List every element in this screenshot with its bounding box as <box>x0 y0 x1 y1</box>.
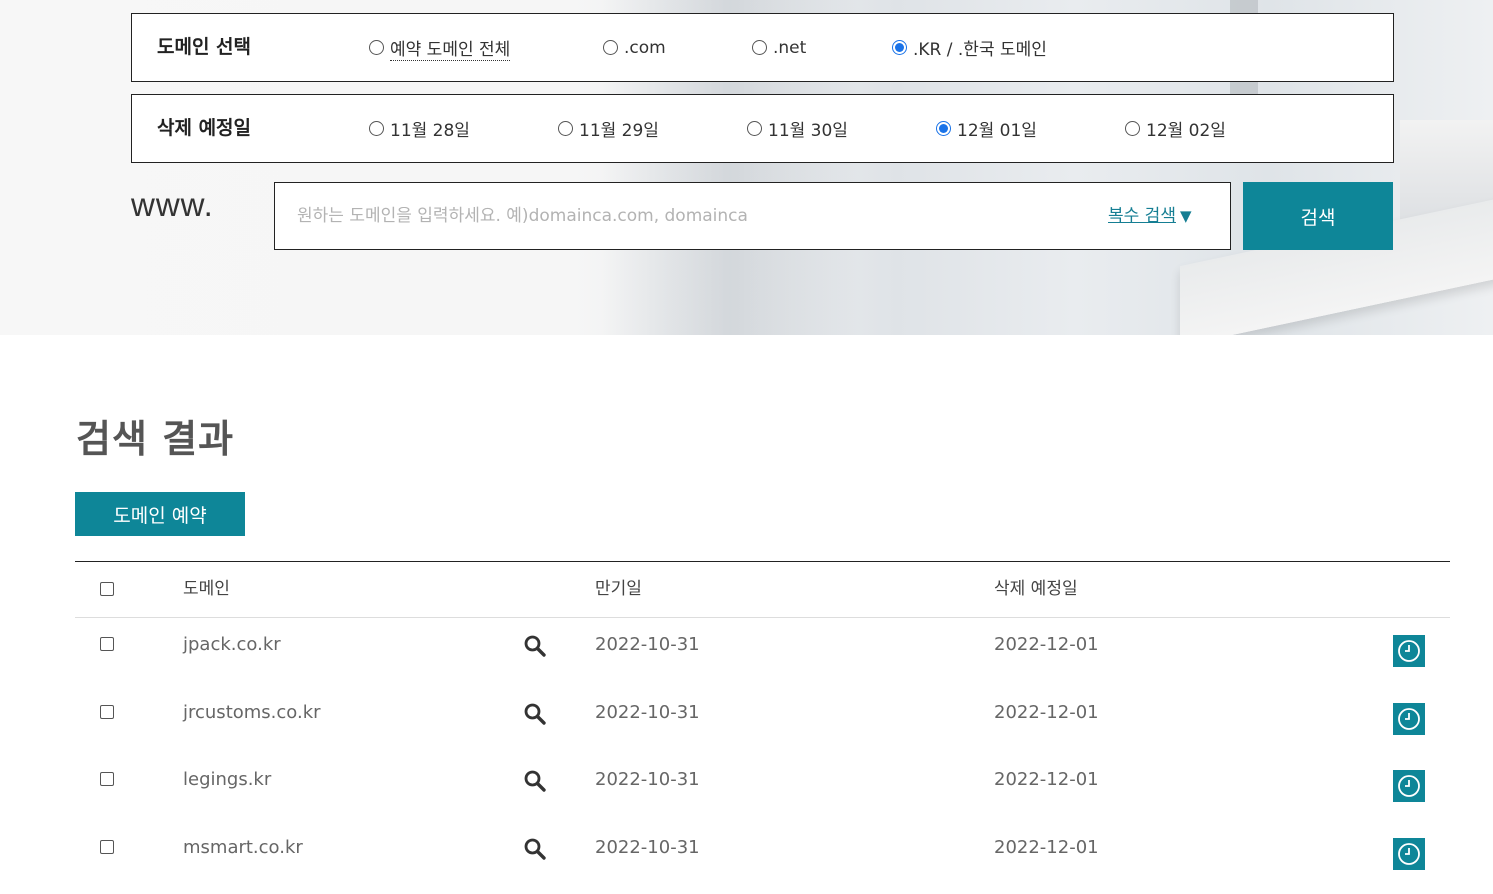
www-prefix: www. <box>131 186 214 223</box>
domain-option-label: .KR / .한국 도메인 <box>913 40 1047 60</box>
date-option-label: 11월 28일 <box>390 121 470 141</box>
radio-button[interactable] <box>369 40 384 55</box>
delete-date-cell: 2022-12-01 <box>994 701 1099 723</box>
clock-icon <box>1398 640 1420 662</box>
delete-date-cell: 2022-12-01 <box>994 769 1099 790</box>
clock-icon <box>1398 707 1420 730</box>
magnifier-icon[interactable] <box>523 634 547 658</box>
expire-date-cell: 2022-10-31 <box>595 769 700 790</box>
search-hero: 도메인 선택 예약 도메인 전체 .com .net .KR / .한국 도메인… <box>0 0 1493 335</box>
domain-search-input[interactable] <box>297 183 1077 249</box>
reserve-clock-button[interactable] <box>1393 770 1425 802</box>
row-checkbox[interactable] <box>100 704 114 719</box>
domain-option-kr[interactable]: .KR / .한국 도메인 <box>892 14 1047 81</box>
domain-option-all[interactable]: 예약 도메인 전체 <box>369 14 511 81</box>
search-button[interactable]: 검색 <box>1243 182 1393 250</box>
clock-icon <box>1398 842 1420 865</box>
domain-option-com[interactable]: .com <box>603 14 666 81</box>
radio-button[interactable] <box>603 40 618 55</box>
domain-cell: jrcustoms.co.kr <box>183 701 321 723</box>
radio-button[interactable] <box>1125 121 1140 136</box>
table-row: legings.kr 2022-10-31 2022-12-01 <box>75 753 1450 821</box>
magnifier-icon[interactable] <box>523 769 547 793</box>
column-header-delete: 삭제 예정일 <box>994 579 1078 599</box>
column-header-expire: 만기일 <box>595 579 642 599</box>
results-table: 도메인 만기일 삭제 예정일 jpack.co.kr 2022-10-31 20… <box>75 561 1450 888</box>
column-header-domain: 도메인 <box>183 579 230 599</box>
date-option-1129[interactable]: 11월 29일 <box>558 95 659 162</box>
radio-button[interactable] <box>558 121 573 136</box>
row-checkbox[interactable] <box>100 839 114 854</box>
reserve-clock-button[interactable] <box>1393 702 1425 735</box>
domain-cell: jpack.co.kr <box>183 634 281 655</box>
row-checkbox[interactable] <box>100 637 114 651</box>
date-option-label: 11월 29일 <box>579 121 659 141</box>
radio-button[interactable] <box>752 40 767 55</box>
row-checkbox[interactable] <box>100 772 114 786</box>
date-option-label: 12월 01일 <box>957 121 1037 141</box>
delete-date-filter-label: 삭제 예정일 <box>157 117 252 139</box>
domain-filter: 도메인 선택 예약 도메인 전체 .com .net .KR / .한국 도메인 <box>131 13 1394 82</box>
date-option-label: 12월 02일 <box>1146 121 1226 141</box>
table-row: jrcustoms.co.kr 2022-10-31 2022-12-01 <box>75 686 1450 754</box>
table-row: msmart.co.kr 2022-10-31 2022-12-01 <box>75 821 1450 889</box>
select-all-checkbox[interactable] <box>100 582 114 596</box>
domain-option-label: .com <box>624 37 666 58</box>
date-option-1202[interactable]: 12월 02일 <box>1125 95 1226 162</box>
table-header: 도메인 만기일 삭제 예정일 <box>75 562 1450 618</box>
delete-date-filter: 삭제 예정일 11월 28일 11월 29일 11월 30일 12월 01일 1… <box>131 94 1394 163</box>
radio-button-selected[interactable] <box>936 121 951 136</box>
radio-button[interactable] <box>369 121 384 136</box>
date-option-1128[interactable]: 11월 28일 <box>369 95 470 162</box>
domain-cell: legings.kr <box>183 769 272 790</box>
domain-cell: msmart.co.kr <box>183 836 303 858</box>
search-field: 복수 검색▼ <box>274 182 1231 250</box>
date-option-1130[interactable]: 11월 30일 <box>747 95 848 162</box>
reserve-clock-button[interactable] <box>1393 635 1425 667</box>
magnifier-icon[interactable] <box>523 702 547 726</box>
reserve-clock-button[interactable] <box>1393 837 1425 870</box>
radio-button-selected[interactable] <box>892 40 907 55</box>
date-option-label: 11월 30일 <box>768 121 848 141</box>
delete-date-cell: 2022-12-01 <box>994 836 1099 858</box>
clock-icon <box>1398 775 1420 797</box>
triangle-down-icon: ▼ <box>1179 207 1192 225</box>
multi-search-link[interactable]: 복수 검색 ▼ <box>1108 183 1192 249</box>
delete-date-cell: 2022-12-01 <box>994 634 1099 655</box>
domain-filter-label: 도메인 선택 <box>157 36 252 58</box>
expire-date-cell: 2022-10-31 <box>595 836 700 858</box>
date-option-1201[interactable]: 12월 01일 <box>936 95 1037 162</box>
domain-option-label: 예약 도메인 전체 <box>390 35 511 61</box>
radio-button[interactable] <box>747 121 762 136</box>
domain-option-label: .net <box>773 37 807 58</box>
domain-option-net[interactable]: .net <box>752 14 806 81</box>
expire-date-cell: 2022-10-31 <box>595 634 700 655</box>
expire-date-cell: 2022-10-31 <box>595 701 700 723</box>
multi-search-label: 복수 검색 <box>1108 206 1176 226</box>
magnifier-icon[interactable] <box>523 837 547 861</box>
table-row: jpack.co.kr 2022-10-31 2022-12-01 <box>75 618 1450 686</box>
reserve-domain-button[interactable]: 도메인 예약 <box>75 492 245 536</box>
results-title: 검색 결과 <box>76 417 235 461</box>
